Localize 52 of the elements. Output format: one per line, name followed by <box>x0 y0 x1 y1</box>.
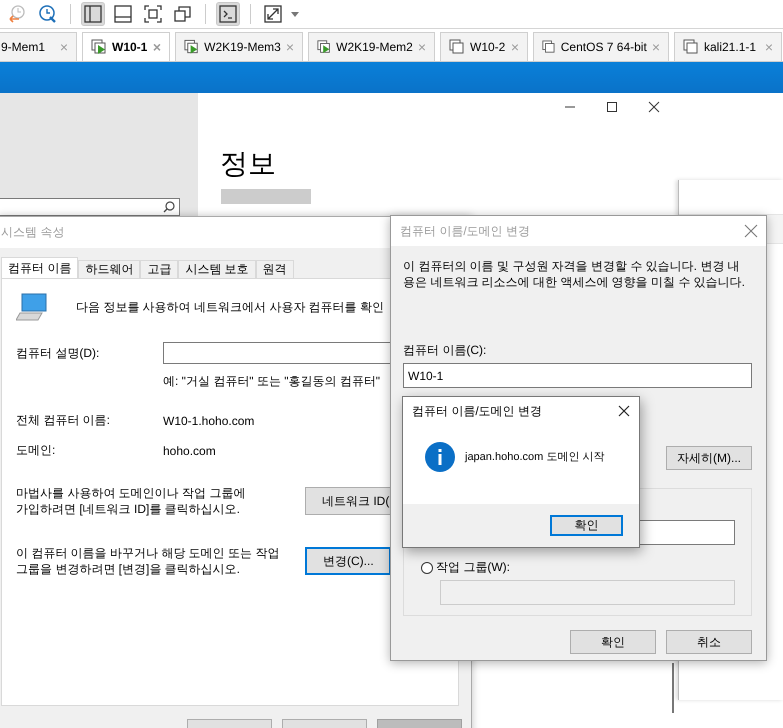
cancel-button[interactable]: 취소 <box>666 630 752 654</box>
vm-icon <box>449 39 465 55</box>
maximize-icon[interactable] <box>606 101 618 113</box>
example-text: 예: "거실 컴퓨터" 또는 "홍길동의 컴퓨터" <box>163 373 380 390</box>
dialog-tab[interactable]: 시스템 보호 <box>178 260 256 278</box>
field-label: 컴퓨터 이름(C): <box>403 342 488 359</box>
vm-tab[interactable]: W2K19-Mem2 × <box>308 32 435 61</box>
details-button[interactable]: 자세히(M)... <box>666 446 752 470</box>
field-value: W10-1.hoho.com <box>163 414 254 428</box>
radio-label: 작업 그룹(W): <box>436 559 510 576</box>
vm-tab[interactable]: kali21.1-1 × <box>674 32 782 61</box>
field-label: 도메인: <box>16 442 56 459</box>
computer-icon <box>16 293 48 321</box>
ok-button[interactable]: 확인 <box>550 515 623 536</box>
vm-running-icon <box>91 39 107 55</box>
sidebar-layout-icon[interactable] <box>81 2 105 26</box>
dialog-tab[interactable]: 컴퓨터 이름 <box>1 257 78 278</box>
vm-running-icon <box>184 39 200 55</box>
dropdown-caret-icon[interactable] <box>291 12 299 16</box>
dialog-title: 컴퓨터 이름/도메인 변경 <box>400 222 530 240</box>
dialog-title: 컴퓨터 이름/도메인 변경 <box>412 402 542 420</box>
field-label: 컴퓨터 설명(D): <box>16 344 100 362</box>
search-field[interactable] <box>0 198 180 216</box>
message-text: japan.hoho.com 도메인 시작 <box>465 450 604 464</box>
computer-name-field[interactable]: W10-1 <box>403 363 752 388</box>
close-icon[interactable] <box>618 405 630 417</box>
info-icon <box>425 442 455 472</box>
vm-icon <box>683 39 699 55</box>
description-field[interactable] <box>163 342 390 364</box>
ok-button[interactable]: 확인 <box>570 630 656 654</box>
instruction-text: 이 컴퓨터 이름을 바꾸거나 해당 도메인 또는 작업 그룹을 변경하려면 [변경]을 클릭하십시오. <box>16 545 280 577</box>
instruction-text: 마법사를 사용하여 도메인이나 작업 그룹에 가입하려면 [네트워크 ID]를 클릭하십시오. <box>16 485 246 517</box>
change-button[interactable]: 변경(C)... <box>305 547 391 575</box>
search-icon[interactable] <box>163 201 175 213</box>
vm-running-icon <box>317 39 332 55</box>
network-id-button[interactable]: 네트워크 ID( <box>305 487 391 515</box>
vm-tab[interactable]: W2K19-Mem3 × <box>175 32 303 61</box>
page-heading: 정보 <box>220 147 276 181</box>
dialog-tab[interactable]: 원격 <box>256 260 294 278</box>
field-value: hoho.com <box>163 444 216 458</box>
intro-text: 다음 정보를 사용하여 네트워크에서 사용자 컴퓨터를 확인 <box>76 298 384 316</box>
info-text: 이 컴퓨터의 이름 및 구성원 자격을 변경할 수 있습니다. 변경 내 용은 네트워크 리소스에 대한 액세스에 영향을 미칠 수 있습니다. <box>403 258 746 290</box>
vm-tab[interactable]: W10-1 × <box>82 32 170 61</box>
close-icon[interactable] <box>648 101 660 113</box>
vm-icon <box>542 39 556 55</box>
dialog-tab[interactable]: 하드웨어 <box>78 260 140 278</box>
field-label: 전체 컴퓨터 이름: <box>16 412 112 429</box>
dialog-tab[interactable]: 고급 <box>140 260 178 278</box>
vm-tab[interactable]: 9-Mem1 × <box>0 32 77 61</box>
vm-tab[interactable]: CentOS 7 64-bit × <box>533 32 669 61</box>
vm-tab[interactable]: W10-2 × <box>440 32 528 61</box>
terminal-icon[interactable] <box>216 2 240 26</box>
